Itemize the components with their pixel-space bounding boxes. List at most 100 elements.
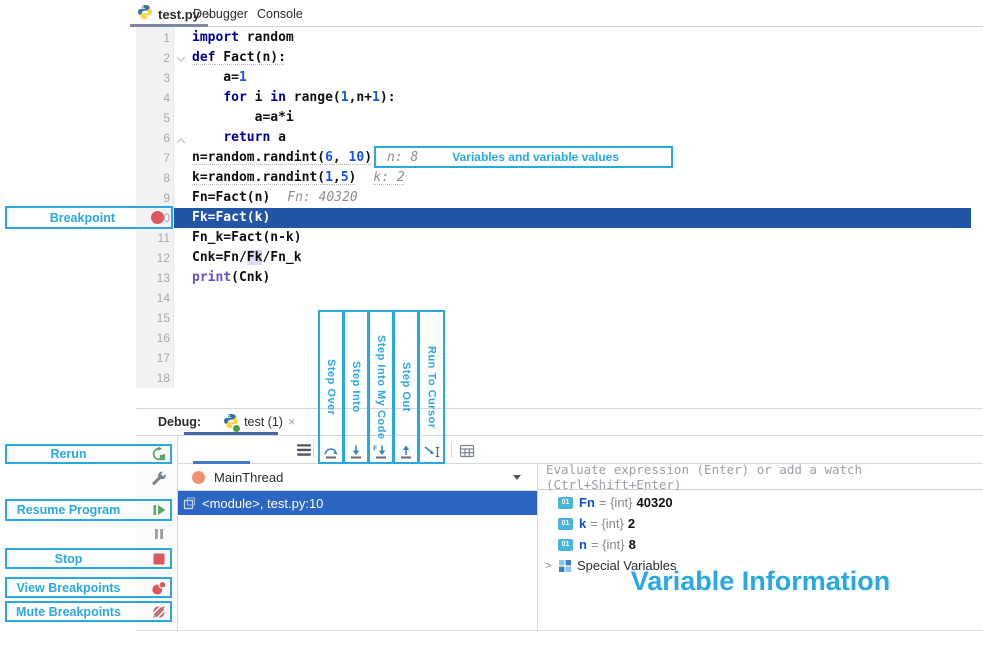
frame-icon: [183, 497, 196, 510]
panel-bottom-border: [136, 630, 983, 631]
tab-console[interactable]: Console: [257, 7, 303, 21]
tab-debugger[interactable]: Debugger: [193, 7, 248, 21]
debug-session-tab[interactable]: test (1) ×: [223, 413, 295, 432]
thread-icon: [192, 471, 205, 484]
variable-row[interactable]: 01k= {int}2: [538, 513, 983, 534]
code-token: (Cnk): [231, 270, 270, 285]
code-line[interactable]: n=random.randint(6, 10): [192, 148, 372, 168]
line-number[interactable]: 6: [136, 128, 170, 148]
line-number[interactable]: 13: [136, 268, 170, 288]
mute-breakpoints-annotation-label: Mute Breakpoints: [16, 605, 121, 619]
code-token: ,: [333, 170, 341, 185]
code-line[interactable]: Fn=Fact(n) Fn: 40320: [192, 188, 358, 208]
code-token: 5: [341, 170, 349, 185]
line-number[interactable]: 11: [136, 228, 170, 248]
inline-hint-n: n: 8: [387, 150, 418, 165]
step-annotation-label: Step Into: [350, 361, 362, 413]
variables-annotation-label: Variables and variable values: [418, 150, 653, 164]
pycharm-debug-window: test.py × 1import random2def Fact(n):3 a…: [0, 0, 983, 647]
variable-row[interactable]: 01Fn= {int}40320: [538, 492, 983, 513]
step-annotation-box: Step Over: [318, 310, 344, 464]
code-line[interactable]: k=random.randint(1,5)k: 2: [192, 168, 405, 188]
wrench-icon[interactable]: [151, 470, 167, 486]
code-line[interactable]: for i in range(1,n+1):: [192, 88, 396, 108]
variables-annotation: n: 8 Variables and variable values: [374, 146, 673, 168]
code-token: Fact(n):: [215, 50, 285, 65]
line-number[interactable]: 14: [136, 288, 170, 308]
code-line[interactable]: import random: [192, 28, 294, 48]
view-breakpoints-annotation-label: View Breakpoints: [17, 581, 121, 595]
line-number[interactable]: 1: [136, 28, 170, 48]
line-number[interactable]: 18: [136, 368, 170, 388]
breakpoint-annotation: Breakpoint: [5, 206, 173, 229]
code-token: ):: [380, 90, 396, 105]
code-token: import: [192, 30, 239, 45]
mute-breakpoints-annotation: Mute Breakpoints: [5, 601, 172, 622]
line-number[interactable]: 15: [136, 308, 170, 328]
chevron-down-icon[interactable]: [513, 475, 521, 480]
code-line[interactable]: a=1: [192, 68, 247, 88]
code-token: def: [192, 50, 215, 65]
line-number[interactable]: 16: [136, 328, 170, 348]
rerun-annotation: Rerun: [5, 444, 172, 464]
resume-annotation: Resume Program: [5, 499, 172, 521]
code-token: 10: [349, 150, 365, 165]
python-run-icon: [223, 413, 239, 432]
view-options-icon[interactable]: [296, 443, 312, 462]
code-token: Fn=Fact(n): [192, 190, 270, 205]
current-execution-line-highlight: [174, 208, 971, 228]
stop-annotation: Stop: [5, 548, 172, 569]
evaluate-expression-input[interactable]: Evaluate expression (Enter) or add a wat…: [538, 464, 983, 490]
code-token: Fn_k=Fact(n-k): [192, 230, 302, 245]
code-token: print: [192, 270, 231, 285]
code-token: 1: [325, 170, 333, 185]
code-token: 6: [325, 150, 333, 165]
code-line[interactable]: Fk=Fact(k): [192, 208, 270, 228]
code-line[interactable]: Cnk=Fn/Fk/Fn_k: [192, 248, 302, 268]
toolbar-separator: [313, 442, 314, 458]
primitive-type-badge: 01: [558, 497, 573, 509]
line-number[interactable]: 7: [136, 148, 170, 168]
code-token: k=random.randint(: [192, 170, 325, 185]
stack-frame-row[interactable]: <module>, test.py:10: [178, 491, 537, 515]
step-annotation-label: Step Out: [400, 362, 412, 412]
variable-information-annotation: Variable Information: [538, 566, 983, 597]
code-line[interactable]: print(Cnk): [192, 268, 270, 288]
fold-close-icon[interactable]: [176, 132, 188, 144]
code-token: range(: [286, 90, 341, 105]
fold-open-icon[interactable]: [176, 50, 188, 62]
code-token: [192, 130, 223, 145]
line-number[interactable]: 9: [136, 188, 170, 208]
pause-icon[interactable]: [151, 526, 167, 542]
code-line[interactable]: Fn_k=Fact(n-k): [192, 228, 302, 248]
line-number[interactable]: 2: [136, 48, 170, 68]
thread-name: MainThread: [214, 470, 283, 485]
thread-selector[interactable]: MainThread: [178, 464, 537, 491]
line-number[interactable]: 17: [136, 348, 170, 368]
line-number[interactable]: 3: [136, 68, 170, 88]
variable-value: 40320: [637, 495, 673, 510]
code-token: ): [364, 150, 372, 165]
variable-name: n: [579, 537, 587, 552]
code-token: in: [270, 90, 286, 105]
stop-annotation-label: Stop: [55, 552, 83, 566]
variable-value: 8: [629, 537, 636, 552]
code-token: Cnk=Fn/: [192, 250, 247, 265]
code-token: for: [223, 90, 246, 105]
close-icon[interactable]: ×: [288, 415, 295, 429]
variable-type: = {int}: [590, 516, 624, 531]
variable-row[interactable]: 01n= {int}8: [538, 534, 983, 555]
debugger-tab-underline: [193, 461, 250, 464]
resume-annotation-label: Resume Program: [17, 503, 121, 517]
code-line[interactable]: return a: [192, 128, 286, 148]
evaluate-expression-icon[interactable]: [459, 443, 475, 464]
code-token: ,: [333, 150, 349, 165]
inline-debug-hint: Fn: 40320: [287, 190, 357, 205]
line-number[interactable]: 8: [136, 168, 170, 188]
line-number[interactable]: 5: [136, 108, 170, 128]
code-line[interactable]: def Fact(n):: [192, 48, 286, 68]
toolbar-separator: [451, 442, 452, 458]
line-number[interactable]: 4: [136, 88, 170, 108]
code-line[interactable]: a=a*i: [192, 108, 294, 128]
line-number[interactable]: 12: [136, 248, 170, 268]
